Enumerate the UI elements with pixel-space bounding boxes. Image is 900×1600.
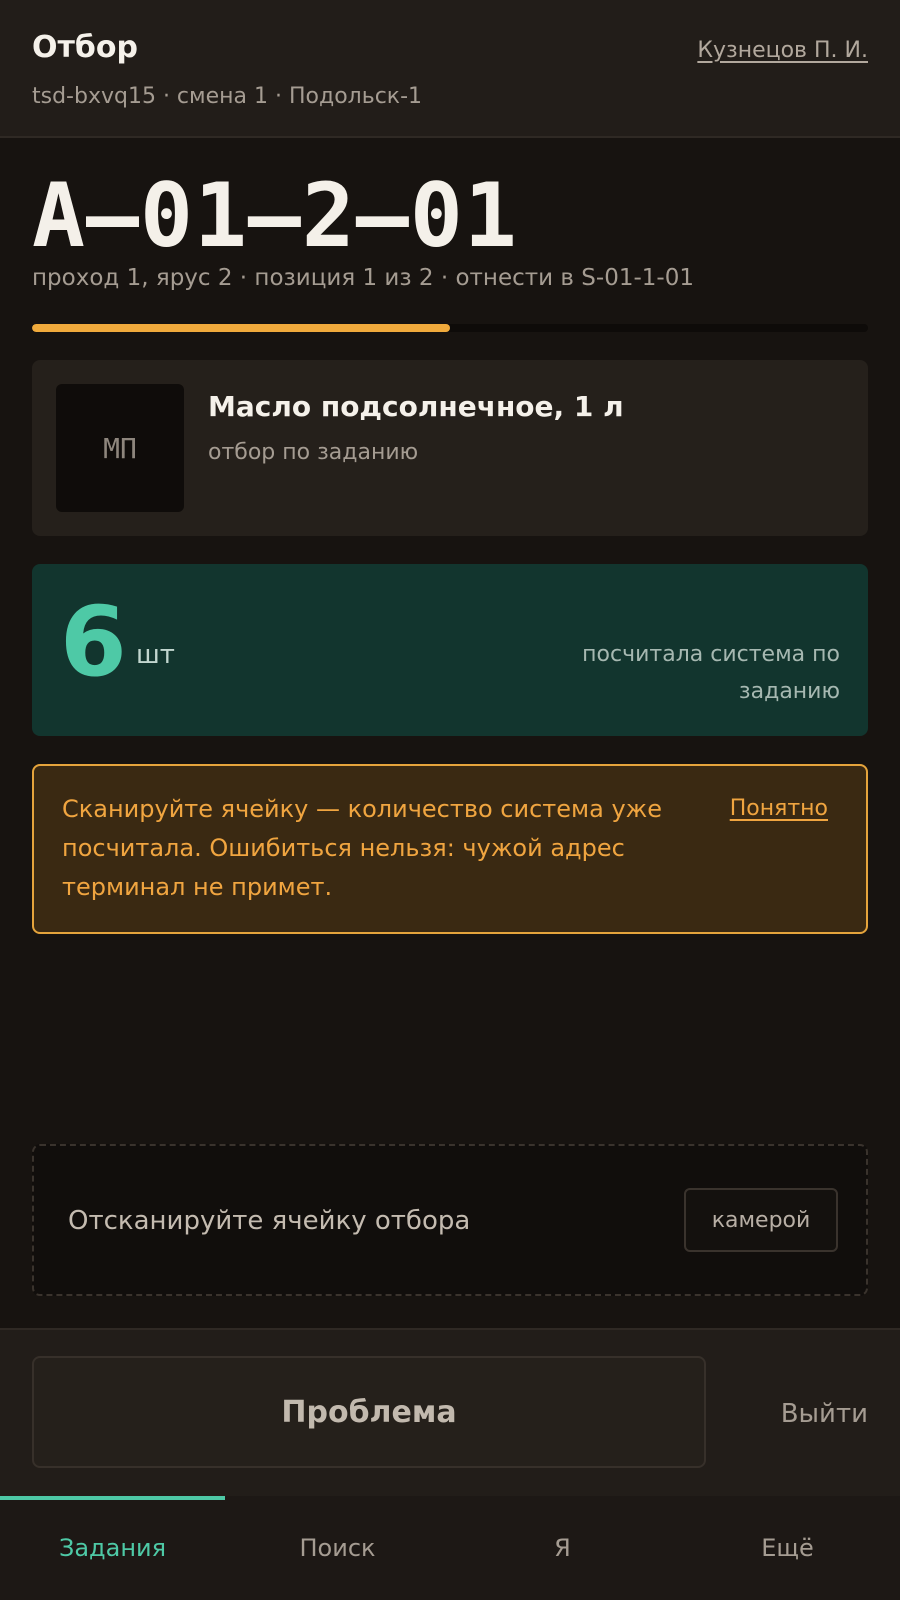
product-thumbnail: МП [56,384,184,512]
bottom-tab-bar: Задания Поиск Я Ещё [0,1496,900,1600]
picking-screen: Отбор tsd-bxvq15 · смена 1 · Подольск-1 … [0,0,900,1600]
page-title: Отбор [32,30,138,65]
top-header: Отбор tsd-bxvq15 · смена 1 · Подольск-1 … [0,0,900,138]
tab-more[interactable]: Ещё [675,1496,900,1600]
action-bar: Проблема Выйти [0,1328,900,1496]
exit-button[interactable]: Выйти [718,1386,868,1442]
product-card: МП Масло подсолнечное, 1 л отбор по зада… [32,360,868,536]
cell-address: A–01–2–01 [32,164,518,267]
quantity-value: 6 [60,586,127,698]
quantity-panel: 6 шт посчитала система по заданию [32,564,868,736]
problem-button[interactable]: Проблема [32,1356,706,1468]
cell-location-info: проход 1, ярус 2 · позиция 1 из 2 · отне… [32,265,694,291]
device-shift-info: tsd-bxvq15 · смена 1 · Подольск-1 [32,84,423,109]
scan-prompt: Отсканируйте ячейку отбора [68,1206,471,1236]
tab-me[interactable]: Я [450,1496,675,1600]
camera-scan-button[interactable]: камерой [684,1188,838,1252]
tab-search[interactable]: Поиск [225,1496,450,1600]
user-link[interactable]: Кузнецов П. И. [697,38,868,63]
task-progress-fill [32,324,450,332]
product-name: Масло подсолнечное, 1 л [208,390,624,423]
task-progress-bar [32,324,868,332]
product-note: отбор по заданию [208,440,419,465]
tab-tasks[interactable]: Задания [0,1496,225,1600]
scan-zone[interactable]: Отсканируйте ячейку отбора камерой [32,1144,868,1296]
quantity-hint: посчитала система по заданию [582,642,840,704]
warning-notice: Сканируйте ячейку — количество система у… [32,764,868,934]
quantity-unit: шт [136,640,175,670]
notice-text: Сканируйте ячейку — количество система у… [62,795,663,901]
acknowledge-link[interactable]: Понятно [730,796,828,821]
